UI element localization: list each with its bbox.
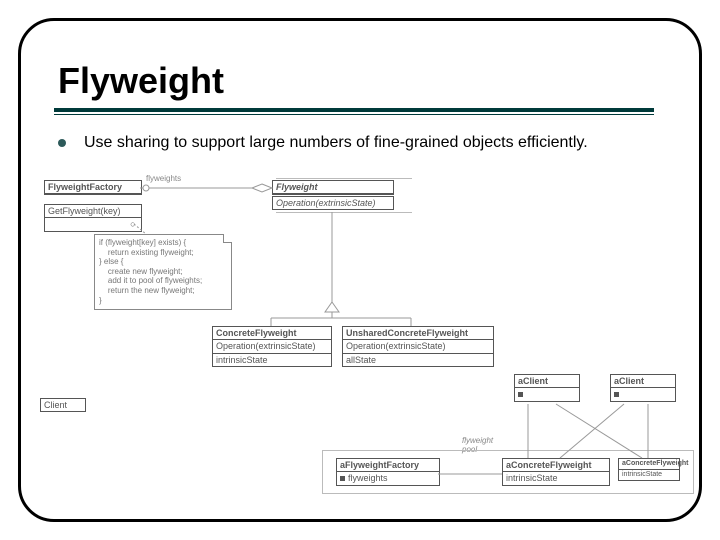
bullet-text: Use sharing to support large numbers of … (84, 134, 588, 152)
class-unsharedconcreteflyweight: UnsharedConcreteFlyweight Operation(extr… (342, 326, 494, 367)
note-text: if (flyweight[key] exists) { return exis… (99, 238, 202, 305)
class-flyweight: Flyweight (272, 180, 394, 195)
obj-aclient-1: aClient (514, 374, 580, 402)
class-name: Flyweight (273, 181, 393, 194)
pool-boundary (322, 450, 694, 494)
obj-name: aClient (515, 375, 579, 388)
bullet-dot-icon (58, 139, 66, 147)
class-op: GetFlyweight(key) (45, 205, 141, 218)
class-op: Operation(extrinsicState) (213, 340, 331, 353)
pseudocode-note: if (flyweight[key] exists) { return exis… (94, 234, 232, 310)
class-client: Client (40, 398, 86, 412)
title-rule-thick (54, 108, 654, 112)
link-square-icon (614, 392, 619, 397)
class-name: FlyweightFactory (45, 181, 141, 194)
title-rule-thin (54, 114, 654, 115)
link-square-icon (518, 392, 523, 397)
diagram-area: FlyweightFactory GetFlyweight(key) ○ fly… (36, 168, 684, 508)
class-name: ConcreteFlyweight (213, 327, 331, 340)
association-label: flyweights (146, 174, 181, 183)
class-concreteflyweight: ConcreteFlyweight Operation(extrinsicSta… (212, 326, 332, 367)
class-state: intrinsicState (213, 354, 331, 366)
obj-aclient-2: aClient (610, 374, 676, 402)
class-flyweightfactory: FlyweightFactory (44, 180, 142, 195)
class-op: Operation(extrinsicState) (273, 197, 393, 209)
slide-title: Flyweight (58, 60, 224, 102)
class-op: Operation(extrinsicState) (343, 340, 493, 353)
obj-name: aClient (611, 375, 675, 388)
bullet-row: Use sharing to support large numbers of … (58, 134, 588, 152)
class-name: UnsharedConcreteFlyweight (343, 327, 493, 340)
note-fold-icon (223, 234, 232, 243)
class-state: allState (343, 354, 493, 366)
class-name: Client (41, 399, 85, 411)
class-flyweight-ops: Operation(extrinsicState) (272, 196, 394, 210)
class-flyweightfactory-ops: GetFlyweight(key) ○ (44, 204, 142, 232)
